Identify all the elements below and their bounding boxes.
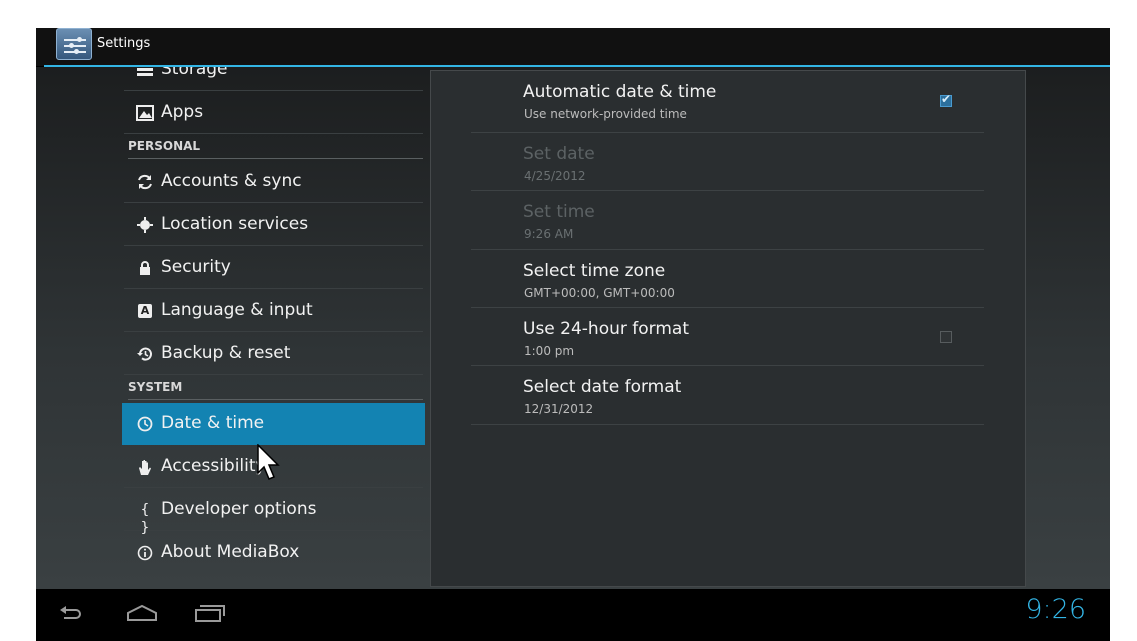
clock-icon xyxy=(136,415,154,433)
sidebar-item-label: Date & time xyxy=(161,413,265,433)
sidebar-item-label: About MediaBox xyxy=(161,542,300,562)
sidebar-item-label: Storage xyxy=(161,67,228,79)
pref-title: Set time xyxy=(523,202,595,222)
sidebar-item-language-input[interactable]: A Language & input xyxy=(124,290,423,332)
system-nav-bar: 9:26 xyxy=(36,589,1110,641)
pref-summary: 9:26 AM xyxy=(524,227,574,241)
android-screen: Settings Storage Apps PERSONAL Accounts … xyxy=(36,28,1110,641)
sidebar-item-about[interactable]: About MediaBox xyxy=(124,532,423,566)
backup-icon xyxy=(136,345,154,363)
pref-title: Set date xyxy=(523,144,595,164)
home-icon[interactable] xyxy=(120,599,164,629)
pref-set-date: Set date 4/25/2012 xyxy=(471,133,984,191)
pref-summary: GMT+00:00, GMT+00:00 xyxy=(524,286,675,300)
status-clock: 9:26 xyxy=(1025,594,1086,625)
pref-automatic-date-time[interactable]: Automatic date & time Use network-provid… xyxy=(471,71,984,133)
action-bar: Settings xyxy=(36,28,1110,67)
location-icon xyxy=(136,216,154,234)
sidebar-item-label: Location services xyxy=(161,214,309,234)
use-24-hour-checkbox[interactable] xyxy=(940,331,952,343)
pref-select-time-zone[interactable]: Select time zone GMT+00:00, GMT+00:00 xyxy=(471,250,984,308)
mouse-cursor-icon xyxy=(257,444,280,480)
pref-title: Use 24-hour format xyxy=(523,319,689,339)
sidebar-item-accounts-sync[interactable]: Accounts & sync xyxy=(124,161,423,203)
sidebar-item-label: Language & input xyxy=(161,300,313,320)
sync-icon xyxy=(136,173,154,191)
sidebar-item-label: Apps xyxy=(161,102,204,122)
pref-summary: Use network-provided time xyxy=(524,107,687,121)
settings-app-icon[interactable] xyxy=(56,28,92,60)
braces-icon: { } xyxy=(140,502,150,536)
sidebar-item-label: Developer options xyxy=(161,499,317,519)
pref-use-24-hour-format[interactable]: Use 24-hour format 1:00 pm xyxy=(471,308,984,366)
hand-icon xyxy=(136,458,154,476)
pref-summary: 12/31/2012 xyxy=(524,402,594,416)
pref-summary: 4/25/2012 xyxy=(524,169,586,183)
sidebar-item-backup-reset[interactable]: Backup & reset xyxy=(124,333,423,375)
action-bar-title: Settings xyxy=(97,36,151,51)
sidebar-item-location-services[interactable]: Location services xyxy=(124,204,423,246)
lock-icon xyxy=(136,259,154,277)
sidebar-item-date-time[interactable]: Date & time xyxy=(122,403,425,445)
section-header-personal: PERSONAL xyxy=(128,136,423,159)
storage-icon xyxy=(136,67,154,79)
sidebar-item-apps[interactable]: Apps xyxy=(124,92,423,134)
sidebar-item-security[interactable]: Security xyxy=(124,247,423,289)
pref-set-time: Set time 9:26 AM xyxy=(471,191,984,250)
back-icon[interactable] xyxy=(52,599,96,629)
pref-select-date-format[interactable]: Select date format 12/31/2012 xyxy=(471,366,984,425)
pref-title: Automatic date & time xyxy=(523,82,717,102)
sidebar-item-label: Accounts & sync xyxy=(161,171,302,191)
settings-content: Storage Apps PERSONAL Accounts & sync Lo… xyxy=(36,67,1110,589)
apps-icon xyxy=(136,104,154,122)
section-header-system: SYSTEM xyxy=(128,377,423,400)
automatic-date-time-checkbox[interactable] xyxy=(940,92,952,107)
pref-title: Select time zone xyxy=(523,261,666,281)
settings-header-list[interactable]: Storage Apps PERSONAL Accounts & sync Lo… xyxy=(122,67,427,566)
sidebar-item-developer-options[interactable]: { } Developer options xyxy=(124,489,423,536)
info-icon xyxy=(136,544,154,562)
pref-title: Select date format xyxy=(523,377,682,397)
pref-summary: 1:00 pm xyxy=(524,344,575,358)
sidebar-item-label: Security xyxy=(161,257,231,277)
language-icon: A xyxy=(136,302,154,320)
sidebar-item-storage[interactable]: Storage xyxy=(124,67,423,91)
recent-apps-icon[interactable] xyxy=(186,599,230,629)
sidebar-item-label: Backup & reset xyxy=(161,343,291,363)
date-time-panel: Automatic date & time Use network-provid… xyxy=(430,70,1026,587)
sidebar-item-label: Accessibility xyxy=(161,456,266,476)
